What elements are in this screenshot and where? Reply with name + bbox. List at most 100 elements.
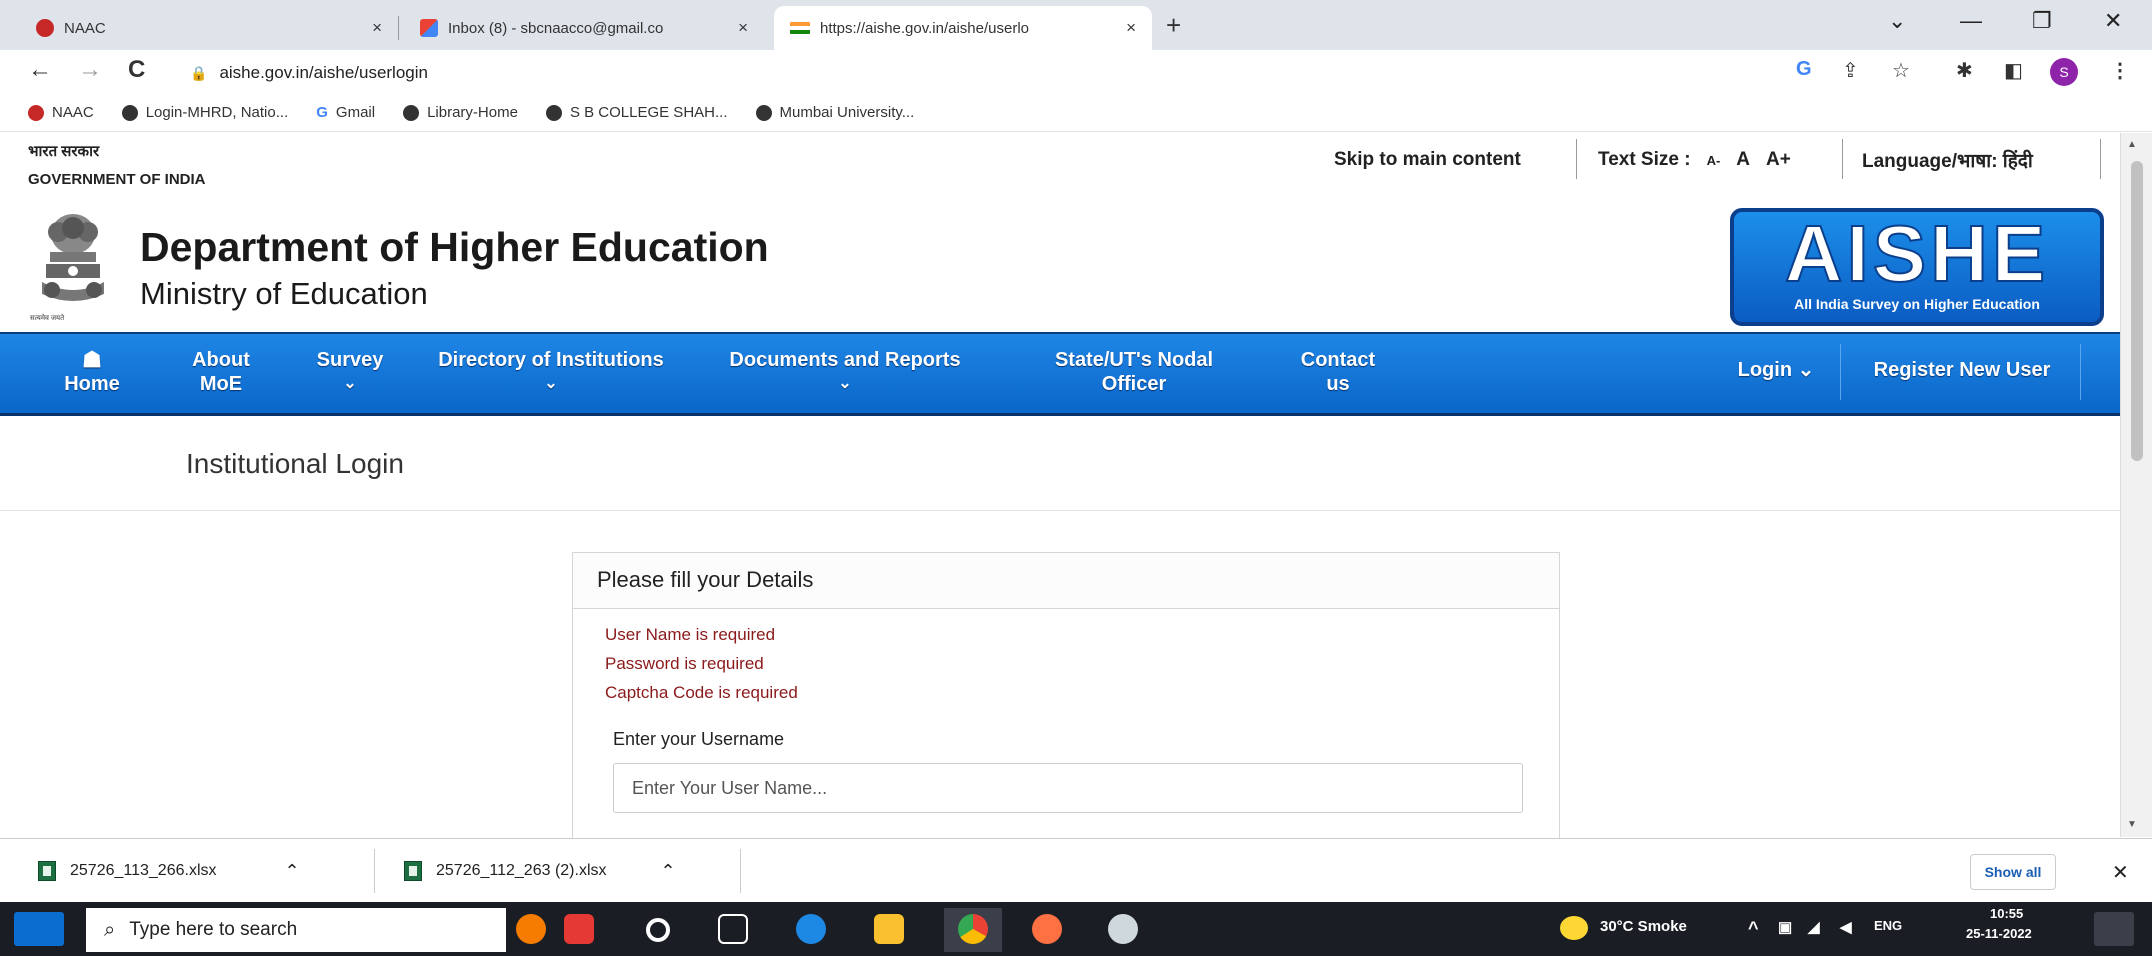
username-input[interactable] — [613, 763, 1523, 813]
bookmark-sb-college[interactable]: S B COLLEGE SHAH... — [545, 104, 728, 121]
tab-title: NAAC — [64, 19, 106, 37]
gift-app-icon[interactable] — [564, 914, 594, 944]
restore-icon[interactable]: ❐ — [2032, 8, 2052, 34]
tab-title: Inbox (8) - sbcnaacco@gmail.co — [448, 19, 664, 37]
close-tab-icon[interactable]: × — [372, 18, 382, 38]
back-arrow-icon[interactable]: ← — [28, 56, 52, 84]
input-language-indicator[interactable]: ENG — [1874, 918, 1902, 933]
home-icon: ☗ — [82, 347, 102, 372]
notifications-icon[interactable] — [2094, 912, 2134, 946]
browser-menu-icon[interactable]: ⋮ — [2110, 58, 2130, 83]
chevron-up-icon[interactable]: ⌃ — [661, 861, 676, 882]
paint-app-icon[interactable] — [1108, 914, 1138, 944]
tab-naac[interactable]: NAAC × — [20, 6, 398, 50]
tab-aishe[interactable]: https://aishe.gov.in/aishe/userlo × — [774, 6, 1152, 50]
tab-gmail[interactable]: Inbox (8) - sbcnaacco@gmail.co × — [404, 6, 764, 50]
nav-home[interactable]: ☗ Home — [54, 348, 130, 396]
download-item[interactable]: 25726_112_263 (2).xlsx ⌃ — [404, 839, 676, 903]
lock-icon[interactable]: 🔒 — [190, 65, 207, 82]
nav-divider — [1840, 344, 1841, 400]
bookmark-login-mhrd[interactable]: Login-MHRD, Natio... — [121, 104, 288, 121]
profile-avatar[interactable]: S — [2050, 58, 2078, 86]
nav-contact-us[interactable]: Contact us — [1288, 348, 1388, 396]
text-size-decrease-button[interactable]: A- — [1707, 153, 1721, 168]
gmail-favicon-icon — [420, 19, 438, 37]
password-error-text: Password is required — [605, 654, 764, 673]
globe-icon — [755, 104, 772, 121]
show-all-downloads-button[interactable]: Show all — [1970, 854, 2056, 890]
browser-tab-strip: NAAC × Inbox (8) - sbcnaacco@gmail.co × … — [0, 0, 2152, 50]
chrome-icon[interactable] — [958, 914, 988, 944]
firefox-icon[interactable] — [1032, 914, 1062, 944]
download-filename: 25726_113_266.xlsx — [70, 862, 217, 879]
bookmark-mumbai-university[interactable]: Mumbai University... — [755, 104, 915, 121]
text-size-increase-button[interactable]: A+ — [1766, 149, 1791, 171]
task-view-icon[interactable] — [718, 914, 748, 944]
username-label: Enter your Username — [613, 729, 785, 749]
nav-label: About — [192, 349, 250, 371]
captcha-error-text: Captcha Code is required — [605, 683, 798, 702]
volume-icon[interactable]: ◀ — [1840, 918, 1852, 936]
network-icon[interactable]: ▣ — [1778, 918, 1792, 936]
nav-survey[interactable]: Survey ⌄ — [300, 348, 400, 396]
taskbar-search-box[interactable]: ⌕ Type here to search — [86, 908, 506, 952]
start-button[interactable] — [14, 912, 64, 946]
minimize-icon[interactable]: — — [1960, 8, 1982, 34]
nav-about-moe[interactable]: About MoE — [176, 348, 266, 396]
nav-login-dropdown[interactable]: Login ⌄ — [1716, 358, 1836, 382]
cortana-icon[interactable] — [646, 918, 670, 942]
department-title: Department of Higher Education — [140, 224, 769, 270]
bookmark-library-home[interactable]: Library-Home — [403, 104, 518, 121]
search-placeholder: Type here to search — [129, 919, 298, 940]
tab-search-icon[interactable]: ⌄ — [1888, 8, 1906, 34]
nav-label: State/UT's Nodal — [1054, 349, 1214, 371]
show-hidden-icons-icon[interactable]: ^ — [1748, 918, 1759, 939]
share-icon[interactable]: ⇪ — [1842, 58, 1859, 83]
download-item[interactable]: 25726_113_266.xlsx ⌃ — [38, 839, 300, 903]
scroll-up-icon[interactable]: ▲ — [2127, 139, 2137, 150]
nav-documents-and-reports[interactable]: Documents and Reports ⌄ — [700, 348, 990, 396]
tab-title: https://aishe.gov.in/aishe/userlo — [820, 19, 1030, 37]
download-divider — [740, 849, 741, 893]
reload-icon[interactable]: C — [128, 56, 145, 84]
extensions-icon[interactable]: ✱ — [1956, 58, 1973, 83]
text-size-normal-button[interactable]: A — [1736, 149, 1750, 171]
edge-browser-icon[interactable] — [796, 914, 826, 944]
bookmark-naac[interactable]: NAAC — [28, 104, 94, 121]
clock-time[interactable]: 10:55 — [1990, 906, 2023, 921]
bookmark-gmail[interactable]: G Gmail — [316, 104, 375, 121]
weather-text[interactable]: 30°C Smoke — [1600, 918, 1687, 935]
close-downloads-icon[interactable]: ✕ — [2112, 860, 2129, 885]
close-tab-icon[interactable]: × — [1126, 18, 1136, 38]
naac-favicon-icon — [36, 19, 54, 37]
side-panel-icon[interactable]: ◧ — [2004, 58, 2023, 83]
weather-icon[interactable] — [1560, 916, 1588, 940]
username-error-text: User Name is required — [605, 625, 776, 644]
divider — [1576, 139, 1577, 179]
aishe-logo[interactable]: AISHE All India Survey on Higher Educati… — [1730, 208, 2104, 326]
clock-date[interactable]: 25-11-2022 — [1966, 926, 2032, 941]
bookmark-star-icon[interactable]: ☆ — [1892, 58, 1910, 83]
gov-hindi-label: भारत सरकार — [28, 143, 100, 160]
close-tab-icon[interactable]: × — [738, 18, 748, 38]
nav-directory-of-institutions[interactable]: Directory of Institutions ⌄ — [420, 348, 682, 396]
page-scrollbar[interactable]: ▲ ▼ — [2120, 133, 2152, 837]
file-explorer-icon[interactable] — [874, 914, 904, 944]
close-window-icon[interactable]: ✕ — [2104, 8, 2122, 34]
url-bar[interactable]: 🔒 aishe.gov.in/aishe/userlogin — [190, 56, 1750, 90]
battery-icon[interactable]: ◢ — [1808, 918, 1820, 936]
new-tab-button[interactable]: + — [1166, 10, 1181, 41]
nav-label: Contact — [1300, 349, 1376, 371]
forward-arrow-icon[interactable]: → — [78, 56, 102, 84]
alarm-clock-app-icon[interactable] — [516, 914, 546, 944]
scrollbar-thumb[interactable] — [2131, 161, 2143, 461]
scroll-down-icon[interactable]: ▼ — [2127, 819, 2137, 830]
nav-label: Officer — [1101, 373, 1167, 395]
language-toggle-link[interactable]: Language/भाषा: हिंदी — [1862, 147, 2033, 173]
chevron-up-icon[interactable]: ⌃ — [285, 861, 300, 882]
skip-to-main-content-link[interactable]: Skip to main content — [1334, 149, 1521, 171]
google-lens-icon[interactable]: G — [1796, 58, 1812, 81]
bookmark-label: Mumbai University... — [779, 104, 915, 121]
nav-register-new-user[interactable]: Register New User — [1848, 358, 2076, 382]
nav-state-ut-nodal-officer[interactable]: State/UT's Nodal Officer — [1024, 348, 1244, 396]
